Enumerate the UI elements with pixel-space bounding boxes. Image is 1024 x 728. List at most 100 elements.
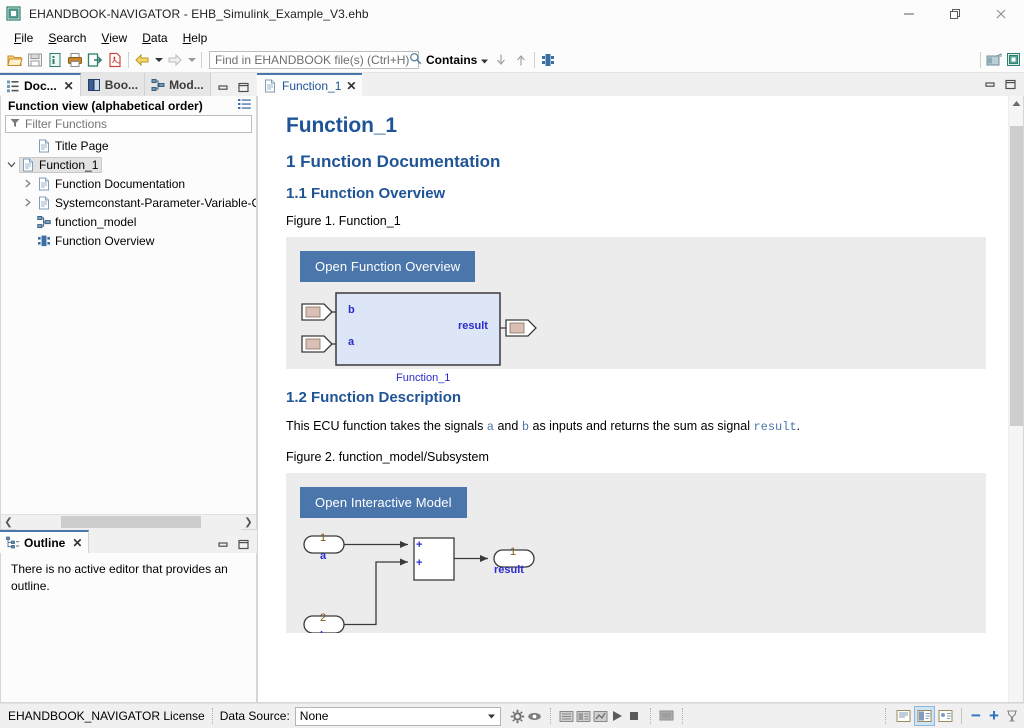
tree-item-function-overview[interactable]: Function Overview <box>1 231 256 250</box>
menu-help[interactable]: Help <box>176 30 216 46</box>
screen-icon[interactable] <box>658 707 675 726</box>
filter-row: Filter Functions <box>1 115 256 133</box>
twisty-expanded-icon[interactable] <box>3 160 19 169</box>
close-icon[interactable]: ✕ <box>72 536 82 550</box>
outline-tabbar: Outline ✕ <box>0 530 257 553</box>
editor-vertical-scrollbar[interactable] <box>1008 96 1023 702</box>
back-arrow-icon[interactable] <box>132 50 152 71</box>
tree-item-systemconstant-parameter[interactable]: Systemconstant-Parameter-Variable-Cl <box>1 193 256 212</box>
layout-detail-icon[interactable] <box>935 706 956 726</box>
export-icon[interactable] <box>85 50 105 71</box>
editor-view-controls <box>985 79 1024 96</box>
menu-data[interactable]: Data <box>135 30 175 46</box>
twisty-collapsed-icon[interactable] <box>19 179 35 188</box>
tree-item-label: Function_1 <box>39 158 98 172</box>
scroll-up-icon[interactable] <box>1009 96 1024 111</box>
forward-arrow-icon[interactable] <box>165 50 185 71</box>
bookmarks-icon <box>87 78 101 92</box>
save-icon[interactable] <box>25 50 45 71</box>
overview-icon <box>37 234 51 248</box>
calibration-3-icon[interactable] <box>592 707 609 726</box>
tab-models[interactable]: Mod... <box>145 73 211 96</box>
minimize-view-icon[interactable] <box>985 79 996 93</box>
perspective-open-icon[interactable] <box>984 50 1004 71</box>
calibration-2-icon[interactable] <box>575 707 592 726</box>
function-view-title: Function view (alphabetical order) <box>8 99 203 113</box>
tree-item-function-documentation[interactable]: Function Documentation <box>1 174 256 193</box>
toolbar-separator-2 <box>201 52 202 68</box>
visibility-icon[interactable] <box>526 707 543 726</box>
function-description-text: This ECU function takes the signals a an… <box>286 418 986 436</box>
figure-1-block-label: Function_1 <box>396 372 450 384</box>
close-icon[interactable]: ✕ <box>64 79 74 93</box>
menu-view[interactable]: View <box>94 30 135 46</box>
zoom-out-button[interactable]: − <box>967 706 985 726</box>
layout-single-icon[interactable] <box>893 706 914 726</box>
forward-dropdown-chevron-down-icon[interactable] <box>185 50 198 70</box>
restore-button[interactable] <box>932 0 978 28</box>
application-window: EHANDBOOK-NAVIGATOR - EHB_Simulink_Examp… <box>0 0 1024 728</box>
find-next-arrow-down-icon[interactable] <box>491 50 511 71</box>
scroll-thumb[interactable] <box>1010 126 1023 426</box>
chevron-down-icon <box>481 53 488 67</box>
open-interactive-model-button[interactable]: Open Interactive Model <box>300 487 467 518</box>
minimize-view-icon[interactable] <box>218 82 229 93</box>
menu-search[interactable]: Search <box>41 30 94 46</box>
tree-horizontal-scrollbar[interactable]: ❮ ❯ <box>1 514 256 529</box>
search-input[interactable]: Find in EHANDBOOK file(s) (Ctrl+H) <box>209 51 419 69</box>
outline-view-controls <box>218 539 257 553</box>
back-dropdown-chevron-down-icon[interactable] <box>152 50 165 70</box>
open-folder-icon[interactable] <box>5 50 25 71</box>
match-mode-dropdown[interactable]: Contains <box>421 51 491 69</box>
gear-icon[interactable] <box>509 707 526 726</box>
filter-settings-icon[interactable] <box>538 50 558 71</box>
zoom-in-button[interactable]: + <box>985 706 1003 726</box>
maximize-view-icon[interactable] <box>1005 79 1016 93</box>
left-panel-column: Doc... ✕ Boo... <box>0 73 257 703</box>
layout-split-icon[interactable] <box>914 706 935 726</box>
editor-column: Function_1 ✕ Function_1 1 Function Docum… <box>257 73 1024 703</box>
figure-2-caption: Figure 2. function_model/Subsystem <box>286 450 986 464</box>
close-button[interactable] <box>978 0 1024 28</box>
info-icon[interactable] <box>45 50 65 71</box>
tree-item-function-1[interactable]: Function_1 <box>1 155 256 174</box>
signal-result-ref: result <box>753 420 796 434</box>
scroll-left-icon[interactable]: ❮ <box>1 515 16 530</box>
filter-functions-input[interactable]: Filter Functions <box>5 115 252 133</box>
maximize-view-icon[interactable] <box>238 82 249 93</box>
find-prev-arrow-up-icon[interactable] <box>511 50 531 71</box>
scroll-right-icon[interactable]: ❯ <box>241 515 256 530</box>
scroll-track[interactable] <box>16 515 241 530</box>
close-icon[interactable]: ✕ <box>346 79 356 93</box>
view-menu-icon[interactable] <box>238 98 251 113</box>
data-source-select[interactable]: None <box>295 707 501 726</box>
tree-item-title-page[interactable]: Title Page <box>1 136 256 155</box>
open-function-overview-button[interactable]: Open Function Overview <box>300 251 475 282</box>
toolbar-separator-4 <box>980 52 981 68</box>
stop-icon[interactable] <box>626 707 643 726</box>
pdf-icon[interactable] <box>105 50 125 71</box>
twisty-collapsed-icon[interactable] <box>19 198 35 207</box>
menu-file[interactable]: File <box>7 30 41 46</box>
data-source-label: Data Source: <box>220 709 290 723</box>
status-bar: EHANDBOOK_NAVIGATOR License Data Source:… <box>0 703 1024 728</box>
minimize-button[interactable] <box>886 0 932 28</box>
calibration-1-icon[interactable] <box>558 707 575 726</box>
desc-part-2: and <box>494 419 522 433</box>
zoom-reset-icon[interactable] <box>1003 707 1020 726</box>
document-icon <box>21 158 35 172</box>
scroll-thumb[interactable] <box>61 516 201 528</box>
figure-2-sum-sign-2: + <box>416 557 422 569</box>
tree-item-function-model[interactable]: function_model <box>1 212 256 231</box>
perspective-ehandbook-icon[interactable] <box>1004 50 1024 71</box>
print-icon[interactable] <box>65 50 85 71</box>
tab-bookmarks[interactable]: Boo... <box>81 73 145 96</box>
maximize-view-icon[interactable] <box>238 539 249 550</box>
chevron-down-icon[interactable] <box>484 714 500 719</box>
tab-documents[interactable]: Doc... ✕ <box>0 73 81 96</box>
minimize-view-icon[interactable] <box>218 539 229 550</box>
function-tree[interactable]: Title Page Function_1 <box>1 133 256 514</box>
play-icon[interactable] <box>609 707 626 726</box>
tab-outline[interactable]: Outline ✕ <box>0 530 89 553</box>
editor-tab-function-1[interactable]: Function_1 ✕ <box>257 73 362 96</box>
